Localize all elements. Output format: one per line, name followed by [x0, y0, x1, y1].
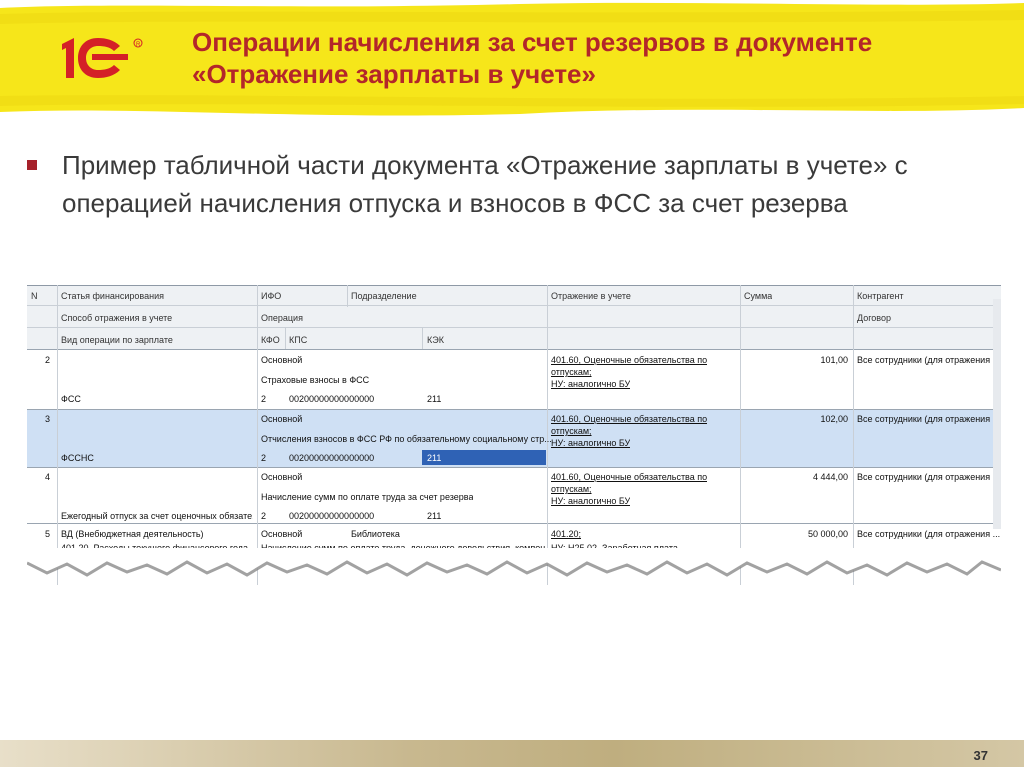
- col-header-otrazhenie: Отражение в учете: [551, 291, 631, 301]
- col-header-dogovor: Договор: [857, 313, 891, 323]
- col-header-vid: Вид операции по зарплате: [61, 335, 173, 345]
- col-header-statya: Статья финансирования: [61, 291, 164, 301]
- header-band: R Операции начисления за счет резервов в…: [0, 0, 1024, 122]
- svg-text:R: R: [136, 42, 141, 48]
- col-header-kek: КЭК: [427, 335, 444, 345]
- footer-band: [0, 740, 1024, 767]
- col-header-sposob: Способ отражения в учете: [61, 313, 173, 323]
- document-table-screenshot: N Статья финансирования Способ отражения…: [27, 285, 1001, 585]
- slide-title: Операции начисления за счет резервов в д…: [192, 27, 873, 89]
- bullet-marker-icon: [27, 160, 37, 170]
- col-header-summa: Сумма: [744, 291, 773, 301]
- torn-edge-shadow: [27, 548, 1001, 577]
- col-header-podrazd: Подразделение: [351, 291, 417, 301]
- col-header-kfo: КФО: [261, 335, 280, 345]
- col-header-operacia: Операция: [261, 313, 303, 323]
- col-header-kps: КПС: [289, 335, 308, 345]
- page-number: 37: [973, 748, 988, 763]
- col-header-ifo: ИФО: [261, 291, 282, 301]
- vertical-scrollbar[interactable]: [993, 299, 1001, 529]
- 1c-logo: R: [58, 34, 148, 82]
- col-header-n: N: [31, 291, 38, 301]
- bullet-text: Пример табличной части документа «Отраже…: [62, 150, 908, 218]
- col-header-kontragent: Контрагент: [857, 291, 904, 301]
